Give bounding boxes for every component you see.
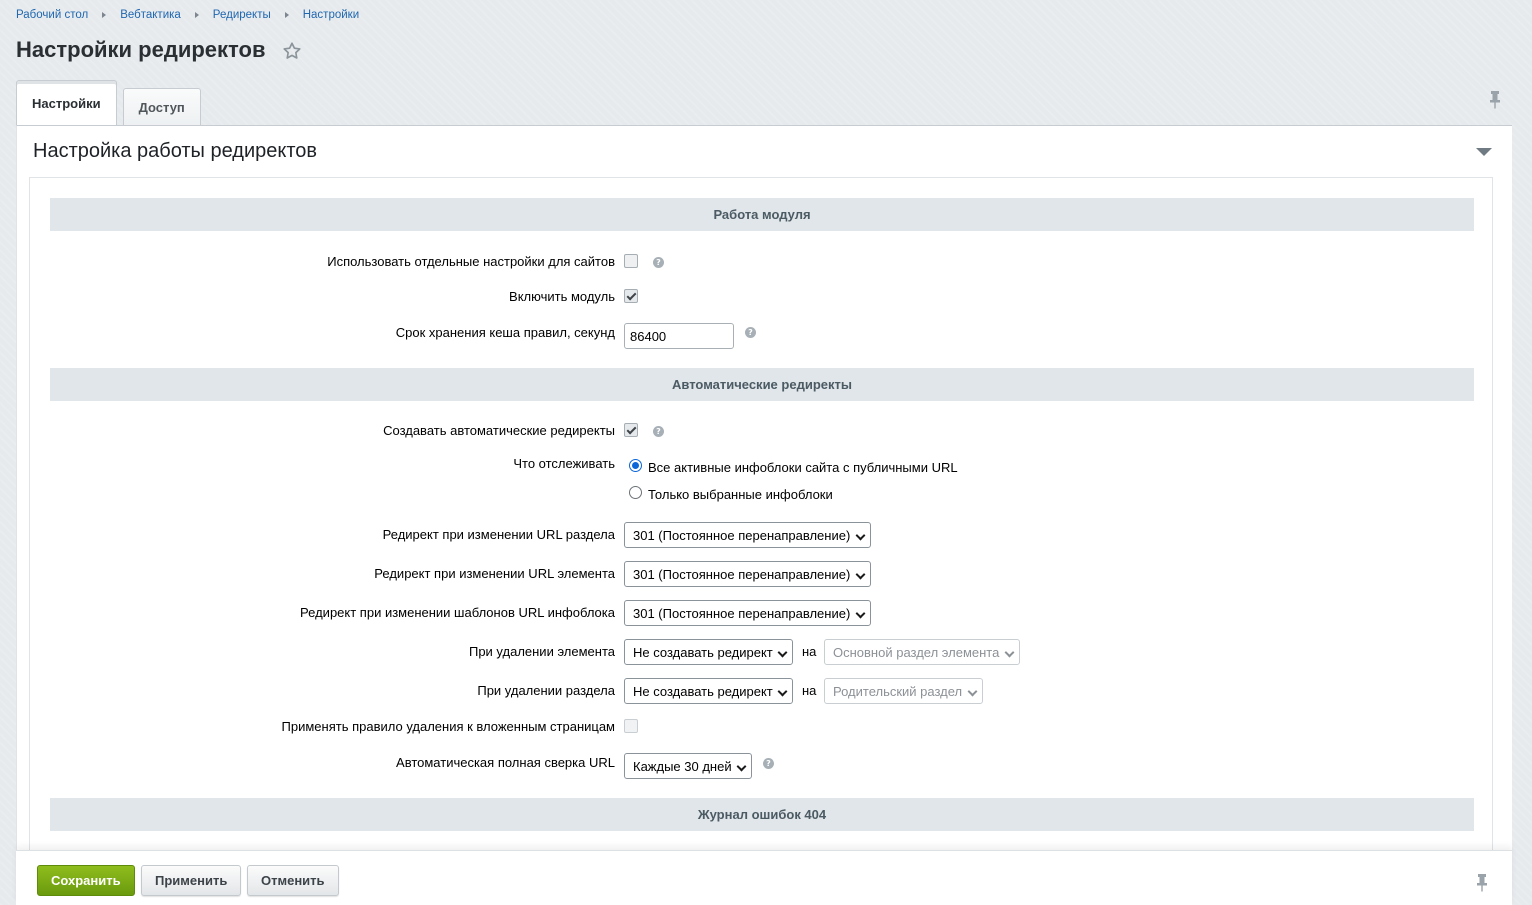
track-all-label[interactable]: Все активные инфоблоки сайта с публичным…: [648, 460, 958, 475]
save-button[interactable]: Сохранить: [37, 865, 135, 896]
cancel-button[interactable]: Отменить: [247, 865, 339, 896]
delete-section-label: При удалении раздела: [477, 683, 615, 698]
separate-sites-checkbox[interactable]: [624, 254, 638, 268]
create-auto-checkbox[interactable]: [624, 423, 638, 437]
row-cache-ttl: Срок хранения кеша правил, секунд ?: [30, 322, 1492, 352]
collapse-icon[interactable]: [1476, 148, 1492, 156]
tab-access[interactable]: Доступ: [122, 88, 201, 126]
separate-sites-label: Использовать отдельные настройки для сай…: [327, 254, 615, 269]
section-url-select[interactable]: 301 (Постоянное перенаправление): [624, 522, 871, 548]
panel-title: Настройка работы редиректов: [33, 140, 318, 162]
apply-nested-label: Применять правило удаления к вложенным с…: [281, 719, 615, 734]
footer-toolbar: Сохранить Применить Отменить: [16, 850, 1512, 905]
delete-element-label: При удалении элемента: [468, 644, 615, 659]
full-check-label: Автоматическая полная сверка URL: [396, 755, 615, 770]
section-header-module: Работа модуля: [50, 198, 1474, 231]
delete-section-target-select: Родительский раздел: [824, 678, 983, 704]
breadcrumb-redirects-link[interactable]: Редиректы: [213, 9, 271, 21]
cache-ttl-input[interactable]: [624, 323, 734, 349]
pin-icon[interactable]: [1476, 873, 1488, 893]
help-icon[interactable]: ?: [653, 426, 664, 437]
iblock-template-label: Редирект при изменении шаблонов URL инфо…: [300, 605, 615, 620]
full-check-select[interactable]: Каждые 30 дней: [624, 753, 752, 779]
page-title: Настройки редиректов: [16, 37, 266, 62]
section-header-404-log: Журнал ошибок 404: [50, 798, 1474, 831]
row-enable-module: Включить модуль: [30, 287, 1492, 317]
breadcrumb: Рабочий стол Вебтактика Редиректы Настро…: [16, 9, 359, 21]
settings-panel: Настройка работы редиректов Работа модул…: [16, 125, 1512, 905]
breadcrumb-settings-link[interactable]: Настройки: [303, 9, 359, 21]
enable-module-label: Включить модуль: [509, 289, 615, 304]
help-icon[interactable]: ?: [745, 327, 756, 338]
breadcrumb-separator-icon: [284, 12, 289, 18]
row-delete-element: При удалении элемента Не создавать редир…: [30, 638, 1492, 668]
settings-form: Работа модуля Использовать отдельные нас…: [29, 177, 1493, 905]
row-element-url: Редирект при изменении URL элемента 301 …: [30, 560, 1492, 590]
track-label: Что отслеживать: [513, 456, 615, 471]
enable-module-checkbox[interactable]: [624, 289, 638, 303]
row-create-auto: Создавать автоматические редиректы ?: [30, 421, 1492, 451]
tab-settings[interactable]: Настройки: [16, 80, 117, 126]
element-url-select[interactable]: 301 (Постоянное перенаправление): [624, 561, 871, 587]
apply-nested-checkbox: [624, 719, 638, 733]
delete-section-na-label: на: [802, 683, 817, 698]
section-header-auto: Автоматические редиректы: [50, 368, 1474, 401]
track-selected-radio[interactable]: [629, 486, 642, 499]
row-iblock-template: Редирект при изменении шаблонов URL инфо…: [30, 599, 1492, 629]
star-icon[interactable]: [281, 40, 303, 62]
pin-icon[interactable]: [1489, 90, 1501, 110]
iblock-template-select[interactable]: 301 (Постоянное перенаправление): [624, 600, 871, 626]
row-track: Что отслеживать Все активные инфоблоки с…: [30, 454, 1492, 510]
breadcrumb-desktop-link[interactable]: Рабочий стол: [16, 9, 88, 21]
breadcrumb-webtaktika-link[interactable]: Вебтактика: [120, 9, 181, 21]
row-separate-sites: Использовать отдельные настройки для сай…: [30, 252, 1492, 282]
tab-bar: Настройки Доступ: [16, 80, 201, 126]
help-icon[interactable]: ?: [763, 758, 774, 769]
section-url-label: Редирект при изменении URL раздела: [382, 527, 615, 542]
breadcrumb-separator-icon: [102, 12, 107, 18]
delete-element-na-label: на: [802, 644, 817, 659]
track-selected-label[interactable]: Только выбранные инфоблоки: [648, 487, 833, 502]
delete-element-select[interactable]: Не создавать редирект: [624, 639, 793, 665]
row-delete-section: При удалении раздела Не создавать редире…: [30, 677, 1492, 707]
row-full-check: Автоматическая полная сверка URL Каждые …: [30, 752, 1492, 782]
row-section-url: Редирект при изменении URL раздела 301 (…: [30, 521, 1492, 551]
delete-element-target-select: Основной раздел элемента: [824, 639, 1020, 665]
help-icon[interactable]: ?: [653, 257, 664, 268]
delete-section-select[interactable]: Не создавать редирект: [624, 678, 793, 704]
row-apply-nested: Применять правило удаления к вложенным с…: [30, 717, 1492, 747]
cache-ttl-label: Срок хранения кеша правил, секунд: [395, 325, 615, 340]
breadcrumb-separator-icon: [194, 12, 199, 18]
track-all-radio[interactable]: [629, 459, 642, 472]
create-auto-label: Создавать автоматические редиректы: [383, 423, 615, 438]
apply-button[interactable]: Применить: [141, 865, 242, 896]
element-url-label: Редирект при изменении URL элемента: [374, 566, 615, 581]
